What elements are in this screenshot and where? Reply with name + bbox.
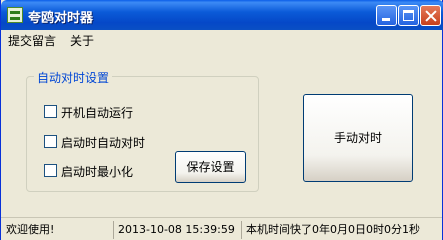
- checkbox-label: 启动时最小化: [61, 165, 134, 179]
- checkbox-label: 开机自动运行: [61, 106, 134, 120]
- checkbox-label: 启动时自动对时: [61, 136, 146, 150]
- window-title: 夸鸥对时器: [28, 11, 94, 26]
- app-window: 夸鸥对时器 提交留言 关于 自动对时设置 开机自动运行 启动时自动对时 启动时最…: [0, 0, 443, 240]
- menu-item-feedback[interactable]: 提交留言: [8, 32, 56, 49]
- status-welcome: 欢迎使用!: [6, 223, 55, 236]
- checkbox-box[interactable]: [44, 105, 57, 118]
- maximize-button[interactable]: [398, 5, 419, 26]
- save-settings-button[interactable]: 保存设置: [175, 151, 246, 183]
- auto-sync-group-title: 自动对时设置: [34, 69, 113, 86]
- close-button[interactable]: [420, 5, 441, 26]
- title-bar[interactable]: 夸鸥对时器: [1, 0, 443, 30]
- checkbox-box[interactable]: [44, 164, 57, 177]
- status-bar: 欢迎使用! 2013-10-08 15:39:59 本机时间快了0年0月0日0时…: [1, 217, 442, 240]
- manual-sync-button[interactable]: 手动对时: [303, 94, 413, 182]
- menu-item-about[interactable]: 关于: [70, 32, 94, 49]
- status-time-offset: 本机时间快了0年0月0日0时0分1秒: [241, 221, 420, 239]
- minimize-button[interactable]: [376, 5, 397, 26]
- status-datetime: 2013-10-08 15:39:59: [113, 221, 235, 239]
- checkbox-box[interactable]: [44, 135, 57, 148]
- clock-app-icon: [7, 7, 23, 23]
- menu-bar: 提交留言 关于: [1, 30, 442, 48]
